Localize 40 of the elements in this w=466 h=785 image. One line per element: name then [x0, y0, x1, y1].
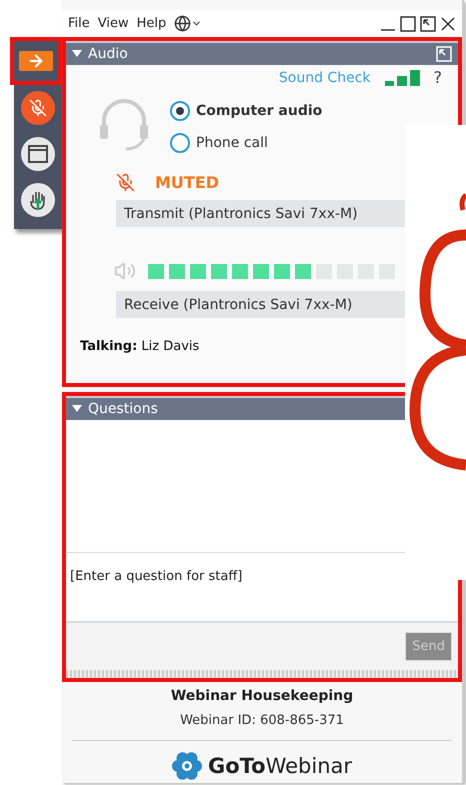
radio-button[interactable] [170, 101, 190, 121]
mic-off-icon [116, 173, 135, 192]
radio-button[interactable] [170, 133, 190, 153]
menu-item[interactable]: Help [136, 16, 166, 31]
language-menu[interactable] [174, 15, 202, 32]
popout-icon[interactable] [436, 46, 452, 62]
mute-button[interactable] [21, 91, 55, 125]
menu-item[interactable]: File [68, 16, 90, 31]
collapse-icon[interactable] [72, 404, 82, 413]
signal-icon [384, 70, 420, 86]
close-icon[interactable] [440, 16, 456, 32]
audio-option[interactable]: Computer audio [170, 101, 322, 121]
globe-icon [174, 15, 192, 32]
menu-item[interactable]: View [98, 16, 129, 31]
panel-title: Audio [88, 46, 128, 62]
webinar-title: Webinar Housekeeping [170, 688, 354, 704]
webinar-id: Webinar ID: 608-865-371 [180, 713, 344, 728]
help-link[interactable]: ? [434, 68, 442, 87]
mute-status: MUTED [155, 173, 220, 192]
audio-header[interactable]: Audio [66, 41, 458, 65]
logo-text: GoToWebinar [208, 754, 352, 778]
arrow-icon [27, 52, 45, 70]
mic-off-icon [29, 99, 47, 117]
raise-hand-button[interactable] [21, 183, 55, 217]
questions-header[interactable]: Questions [66, 396, 405, 420]
maximize-icon[interactable] [400, 16, 416, 32]
audio-option[interactable]: Phone call [170, 133, 322, 153]
microphone-select[interactable]: Transmit (Plantronics Savi 7xx-M) [116, 200, 405, 227]
speaker-icon [114, 260, 136, 282]
talking-status: Talking: Liz Davis [80, 339, 200, 354]
expand-button[interactable] [19, 51, 53, 71]
speaker-select[interactable]: Receive (Plantronics Savi 7xx-M) [116, 291, 405, 318]
window-button[interactable] [21, 137, 55, 171]
question-field[interactable]: [Enter a question for staff] [66, 552, 458, 623]
headset-icon [98, 99, 150, 151]
restore-icon[interactable] [420, 16, 436, 32]
panel-title: Questions [88, 400, 158, 417]
resize-grip[interactable] [66, 670, 458, 678]
window-icon [28, 145, 48, 163]
collapse-icon[interactable] [72, 50, 82, 58]
